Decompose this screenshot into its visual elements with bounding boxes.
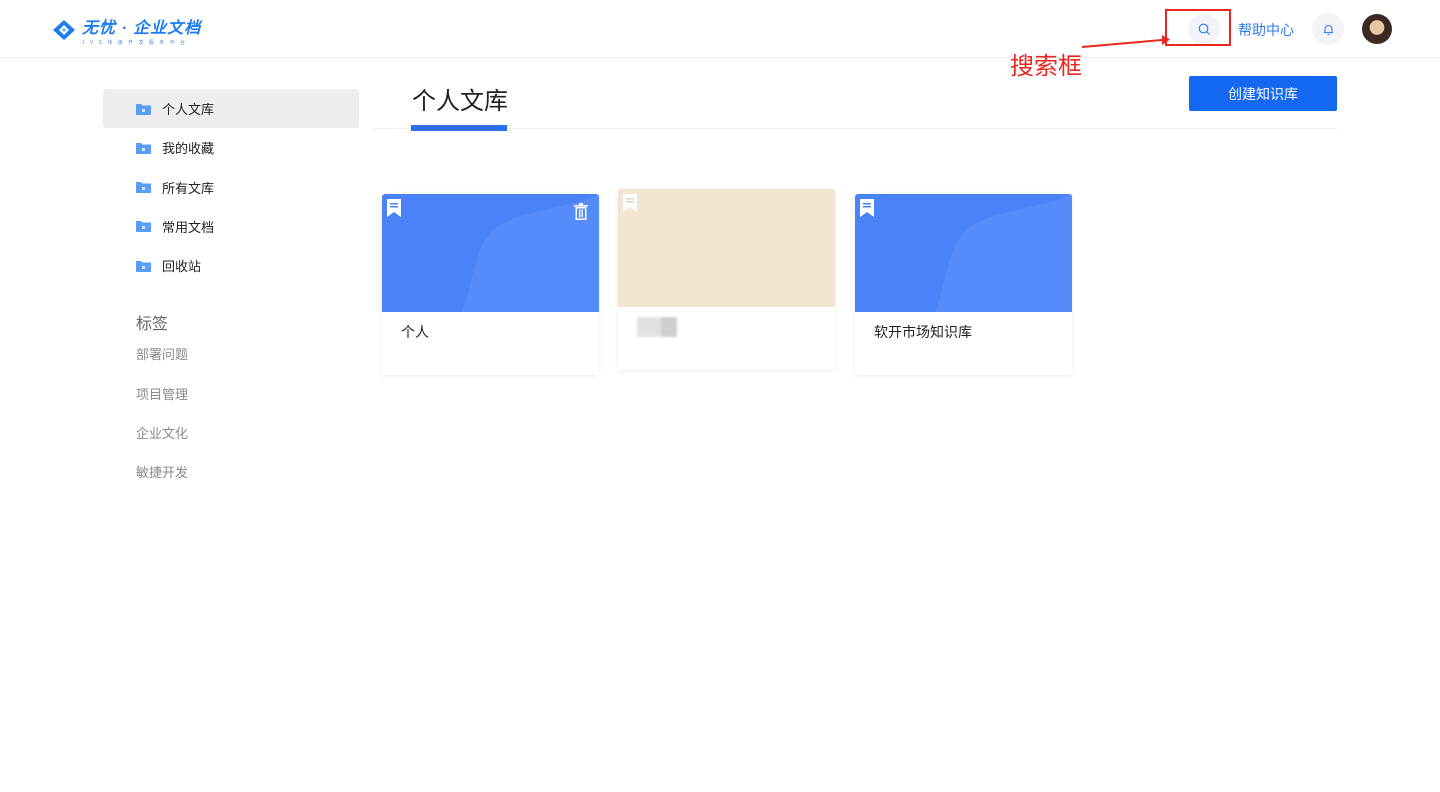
title-divider xyxy=(372,128,1337,129)
logo-subtitle: J V S 快 速 开 发 服 务 平 台 xyxy=(82,40,188,46)
logo-title: 无忧 · 企业文档 xyxy=(82,20,202,37)
logo[interactable]: 无忧 · 企业文档 J V S 快 速 开 发 服 务 平 台 xyxy=(52,14,201,46)
card-cover xyxy=(855,194,1072,312)
card-name: 个人 xyxy=(401,324,429,340)
bookmark-icon xyxy=(387,199,401,217)
trash-icon[interactable] xyxy=(573,203,589,220)
sidebar-item-common-docs[interactable]: 常用文档 xyxy=(103,207,359,246)
tag-item[interactable]: 项目管理 xyxy=(103,373,359,412)
tag-item[interactable]: 敏捷开发 xyxy=(103,452,359,491)
bookmark-icon xyxy=(860,199,874,217)
sidebar-item-favorites[interactable]: 我的收藏 xyxy=(103,128,359,167)
sidebar-item-all-libraries[interactable]: 所有文库 xyxy=(103,168,359,207)
card-cover-wave xyxy=(462,194,599,312)
help-center-link[interactable]: 帮助中心 xyxy=(1238,20,1294,40)
tag-item[interactable]: 企业文化 xyxy=(103,413,359,452)
avatar[interactable] xyxy=(1362,14,1392,44)
sidebar-item-label: 个人文库 xyxy=(162,102,215,117)
tags-heading: 标签 xyxy=(136,316,169,334)
bookmark-icon xyxy=(623,194,637,212)
notification-button[interactable] xyxy=(1312,13,1344,45)
folder-icon xyxy=(136,220,151,233)
annotation-arrow-icon xyxy=(1081,35,1170,48)
library-card[interactable]: 软开市场知识库 xyxy=(855,194,1072,375)
folder-icon xyxy=(136,103,151,115)
sidebar-item-label: 回收站 xyxy=(162,259,202,275)
sidebar: 个人文库 我的收藏 所有文库 常用文档 回收站 标签 部署问题 项目管理 企业文… xyxy=(103,89,359,491)
card-cover-wave xyxy=(935,194,1072,312)
logo-icon xyxy=(53,20,75,40)
blurred-text xyxy=(637,317,677,337)
tag-item[interactable]: 部署问题 xyxy=(103,334,359,373)
card-cover xyxy=(382,194,599,312)
page-title: 个人文库 xyxy=(412,88,508,115)
sidebar-item-label: 所有文库 xyxy=(162,180,215,196)
card-name: 软开市场知识库 xyxy=(874,324,972,340)
annotation-label: 搜索框 xyxy=(1010,53,1082,80)
folder-icon xyxy=(136,142,151,154)
library-card[interactable] xyxy=(618,189,835,370)
create-library-button[interactable]: 创建知识库 xyxy=(1189,76,1337,111)
card-name-blurred xyxy=(618,307,835,370)
sidebar-item-recycle-bin[interactable]: 回收站 xyxy=(103,246,359,285)
card-cover xyxy=(618,189,835,307)
folder-icon xyxy=(136,181,151,194)
annotation-highlight-box xyxy=(1165,9,1231,46)
folder-icon xyxy=(136,260,151,272)
sidebar-item-label: 我的收藏 xyxy=(162,141,215,157)
library-card[interactable]: 个人 xyxy=(382,194,599,375)
bell-icon xyxy=(1323,24,1333,35)
sidebar-item-personal-library[interactable]: 个人文库 xyxy=(103,89,359,128)
tab-active-indicator xyxy=(411,125,507,131)
sidebar-item-label: 常用文档 xyxy=(162,219,215,235)
